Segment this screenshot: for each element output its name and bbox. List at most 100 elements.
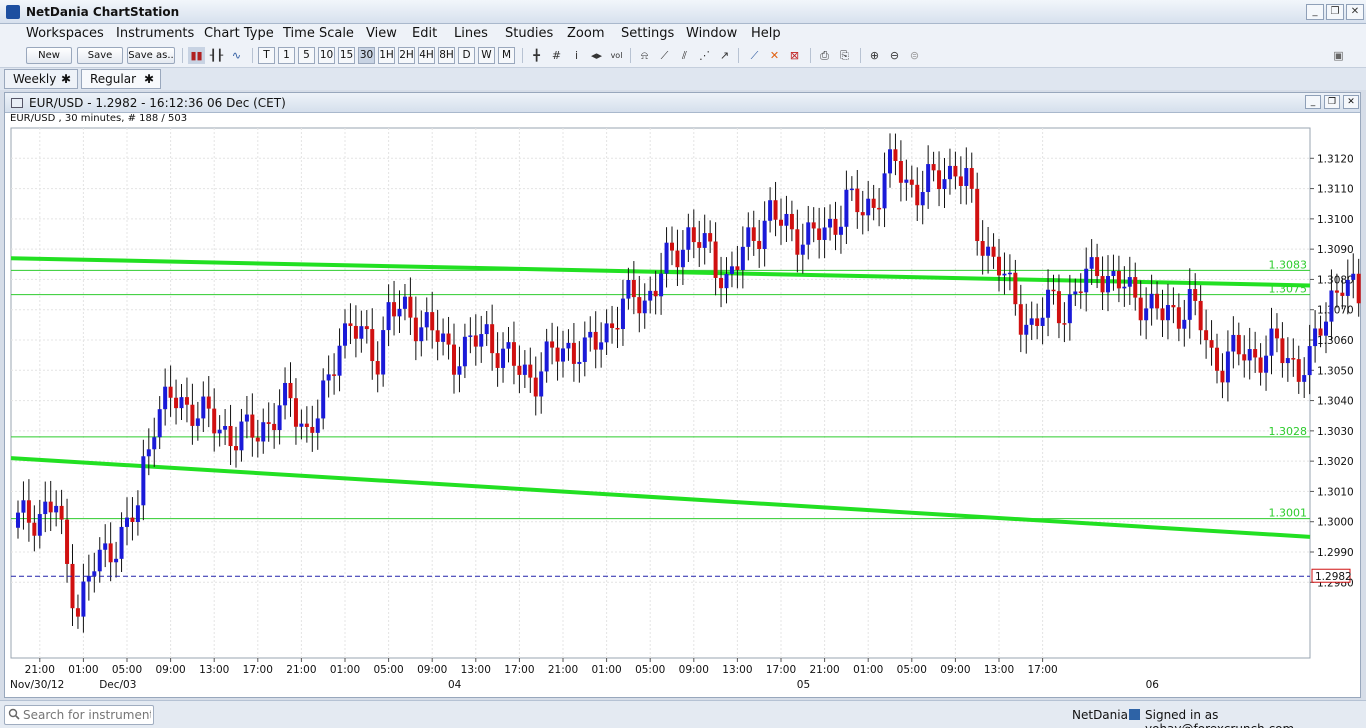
candle-down (1198, 300, 1203, 331)
candle-down (495, 353, 500, 368)
timeframe-10m[interactable]: 10 (318, 47, 335, 64)
trend-line-icon[interactable]: ⟋ (656, 47, 673, 64)
candle-down (969, 168, 974, 189)
candle-down (893, 149, 898, 162)
candle-up (1307, 346, 1312, 376)
save-as-button[interactable]: Save as.. (127, 47, 175, 64)
menu-settings[interactable]: Settings (621, 26, 674, 41)
line-chart-icon[interactable]: ∿ (228, 47, 245, 64)
tab-weekly[interactable]: Weekly ✱ (4, 69, 78, 89)
candle-up (337, 345, 342, 376)
zoom-out-icon[interactable]: ⊖ (886, 47, 903, 64)
x-tick-label: 21:00 (548, 664, 578, 676)
candle-up (746, 227, 751, 247)
menu-lines[interactable]: Lines (454, 26, 488, 41)
candle-down (184, 397, 189, 405)
print-icon[interactable]: ⎙ (816, 47, 833, 64)
candle-up (926, 164, 931, 193)
candle-down (266, 422, 271, 424)
candle-down (1258, 357, 1263, 373)
menu-edit[interactable]: Edit (412, 26, 437, 41)
candle-up (1324, 321, 1328, 336)
menu-studies[interactable]: Studies (505, 26, 553, 41)
candle-up (1111, 271, 1116, 277)
menu-instruments[interactable]: Instruments (116, 26, 194, 41)
timeframe-15m[interactable]: 15 (338, 47, 355, 64)
timeframe-month[interactable]: M (498, 47, 515, 64)
zoom-in-icon[interactable]: ⊕ (866, 47, 883, 64)
timeframe-week[interactable]: W (478, 47, 495, 64)
chart-close-icon[interactable]: ✕ (1343, 95, 1359, 109)
candlestick-chart-icon[interactable]: ▮▮ (188, 47, 205, 64)
delete-icon[interactable]: ✕ (766, 47, 783, 64)
x-tick-label: 17:00 (1027, 664, 1057, 676)
bell-alert-icon[interactable]: ⍾ (636, 47, 653, 64)
candle-down (1356, 273, 1361, 304)
candle-down (293, 398, 298, 427)
crosshair-icon[interactable]: ╋ (528, 47, 545, 64)
close-tab-icon[interactable]: ✱ (144, 70, 154, 88)
fibonacci-icon[interactable]: ⫽ (676, 47, 693, 64)
candle-up (315, 418, 320, 433)
search-input[interactable] (23, 707, 151, 723)
bar-chart-icon[interactable]: ┨┠ (208, 47, 225, 64)
candle-down (1318, 328, 1323, 336)
candle-up (1351, 273, 1356, 280)
timeframe-day[interactable]: D (458, 47, 475, 64)
timeframe-8h[interactable]: 8H (438, 47, 455, 64)
timeframe-4h[interactable]: 4H (418, 47, 435, 64)
timeframe-1h[interactable]: 1H (378, 47, 395, 64)
panel-toggle-icon[interactable]: ▣ (1330, 47, 1347, 64)
candle-down (898, 161, 903, 183)
timeframe-30m[interactable]: 30 (358, 47, 375, 64)
menu-workspaces[interactable]: Workspaces (26, 26, 104, 41)
instrument-search[interactable] (4, 705, 154, 725)
timeframe-tick[interactable]: T (258, 47, 275, 64)
candle-up (419, 327, 424, 342)
current-price-label: 1.2982 (1315, 571, 1352, 583)
candle-up (179, 397, 184, 409)
candle-down (370, 329, 375, 362)
candle-up (577, 361, 582, 364)
menu-chart-type[interactable]: Chart Type (204, 26, 274, 41)
delete-all-icon[interactable]: ⊠ (786, 47, 803, 64)
timeframe-1m[interactable]: 1 (278, 47, 295, 64)
chart-restore-icon[interactable]: ❐ (1324, 95, 1340, 109)
new-button[interactable]: New (26, 47, 72, 64)
scroll-arrows-icon[interactable]: ◂▸ (588, 47, 605, 64)
candle-up (37, 514, 42, 536)
menu-time-scale[interactable]: Time Scale (283, 26, 354, 41)
menu-zoom[interactable]: Zoom (567, 26, 604, 41)
tab-regular[interactable]: Regular ✱ (81, 69, 161, 89)
close-tab-icon[interactable]: ✱ (61, 70, 71, 88)
candle-down (757, 240, 762, 249)
candle-up (217, 429, 222, 434)
info-icon[interactable]: i (568, 47, 585, 64)
gann-fan-icon[interactable]: ⋰ (696, 47, 713, 64)
maximize-icon[interactable]: ❐ (1326, 4, 1344, 20)
menu-window[interactable]: Window (686, 26, 737, 41)
menu-help[interactable]: Help (751, 26, 781, 41)
save-button[interactable]: Save (77, 47, 123, 64)
candle-up (822, 227, 827, 240)
candle-up (397, 308, 402, 317)
close-icon[interactable]: ✕ (1346, 4, 1364, 20)
minimize-icon[interactable]: _ (1306, 4, 1324, 20)
candle-up (1313, 328, 1318, 347)
candle-down (408, 296, 413, 318)
x-tick-label: 09:00 (679, 664, 709, 676)
chart-minimize-icon[interactable]: _ (1305, 95, 1321, 109)
candle-up (343, 323, 347, 346)
grid-icon[interactable]: # (548, 47, 565, 64)
menu-view[interactable]: View (366, 26, 397, 41)
print-preview-icon[interactable]: ⎘ (836, 47, 853, 64)
cursor-line-icon[interactable]: ↗ (716, 47, 733, 64)
timeframe-5m[interactable]: 5 (298, 47, 315, 64)
candle-up (146, 449, 151, 457)
candlestick-chart[interactable]: 1.31201.31101.31001.30901.30801.30701.30… (5, 93, 1362, 699)
zoom-reset-icon[interactable]: ⊜ (906, 47, 923, 64)
volume-icon[interactable]: vol (608, 47, 625, 64)
timeframe-2h[interactable]: 2H (398, 47, 415, 64)
draw-line-icon[interactable]: ⟋ (746, 47, 763, 64)
candle-down (168, 386, 173, 398)
